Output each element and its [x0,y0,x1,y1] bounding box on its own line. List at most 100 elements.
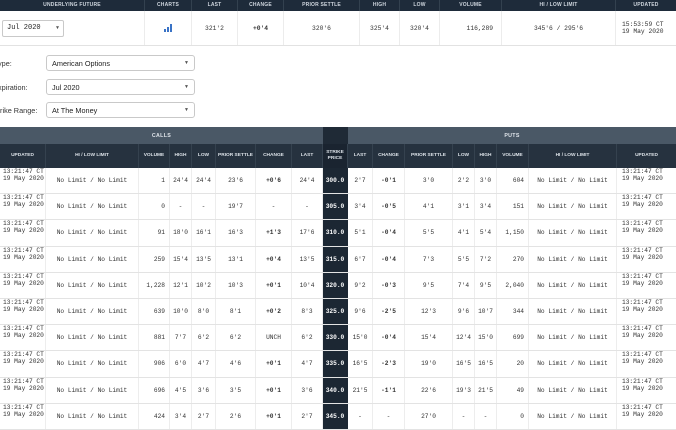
call-prior-settle: 3'5 [216,377,256,403]
call-updated: 13:21:47 CT 19 May 2020 [0,194,46,220]
table-row[interactable]: 13:21:47 CT 19 May 2020 No Limit / No Limi… [0,272,676,299]
call-volume: 0 [139,194,170,220]
put-hi-low-limit: No Limit / No Limit [529,272,617,298]
put-prior-settle: 3'0 [405,168,453,194]
col-call-prior-settle: PRIOR SETTLE [216,144,256,168]
call-updated-time: 13:21:47 CT [3,351,44,359]
put-updated-time: 13:21:47 CT [622,325,663,333]
call-low: 3'6 [192,377,216,403]
put-updated-time: 13:21:47 CT [622,168,663,175]
put-high: 3'0 [475,168,497,194]
call-change: +0'6 [256,168,292,194]
call-updated-date: 19 May 2020 [3,305,44,313]
future-row: Jul 2020 ▼ 321'2 +0'4 320'6 325'4 320'4 … [0,11,676,46]
put-hi-low-limit: No Limit / No Limit [529,351,617,377]
put-last: - [348,403,373,429]
call-prior-settle: 2'6 [216,403,256,429]
call-hi-low-limit: No Limit / No Limit [46,168,139,194]
call-low: 6'2 [192,325,216,351]
put-low: 9'6 [453,298,475,325]
future-contract-select[interactable]: Jul 2020 ▼ [2,19,64,37]
put-updated-time: 13:21:47 CT [622,272,663,280]
call-last: 6'2 [292,325,323,351]
call-high: 3'4 [170,403,192,429]
strike-price: 310.0 [323,220,348,246]
put-updated-date: 19 May 2020 [622,201,663,209]
call-updated-date: 19 May 2020 [3,201,44,209]
put-prior-settle: 5'5 [405,220,453,246]
put-change: -2'5 [373,298,405,325]
call-last: 2'7 [292,403,323,429]
put-updated: 13:21:47 CT 19 May 2020 [617,168,676,193]
table-row[interactable]: 13:21:47 CT 19 May 2020 No Limit / No Limi… [0,351,676,378]
call-high: 10'0 [170,298,192,325]
strike-range-select[interactable]: At The Money ▼ [46,102,195,118]
table-row[interactable]: 13:21:47 CT 19 May 2020 No Limit / No Limi… [0,246,676,273]
put-hi-low-limit: No Limit / No Limit [529,246,617,272]
put-change: -0'3 [373,272,405,298]
put-high: 9'5 [475,272,497,298]
header-volume: VOLUME [440,0,502,11]
put-change: -0'1 [373,168,405,194]
header-high: HIGH [360,0,400,11]
put-volume: 270 [497,246,529,272]
col-put-change: CHANGE [373,144,405,168]
call-change: +0'1 [256,351,292,377]
table-row[interactable]: 13:21:47 CT 19 May 2020 No Limit / No Limi… [0,194,676,221]
table-row[interactable]: 13:21:47 CT 19 May 2020 No Limit / No Limi… [0,403,676,430]
strike-range-label: trike Range: [0,105,38,115]
future-high: 325'4 [360,11,400,45]
put-updated-date: 19 May 2020 [622,175,663,182]
put-updated-time: 13:21:47 CT [622,298,663,306]
call-hi-low-limit: No Limit / No Limit [46,246,139,272]
table-row[interactable]: 13:21:47 CT 19 May 2020 No Limit / No Limi… [0,325,676,352]
call-updated-time: 13:21:47 CT [3,194,44,202]
calls-group-label: CALLS [0,127,323,144]
call-prior-settle: 6'2 [216,325,256,351]
call-updated: 13:21:47 CT 19 May 2020 [0,351,46,377]
call-updated-date: 19 May 2020 [3,358,44,366]
col-put-hi-low-limit: HI / LOW LIMIT [529,144,617,168]
put-change: -0'4 [373,325,405,351]
call-low: 13'5 [192,246,216,272]
table-row[interactable]: 13:21:47 CT 19 May 2020 No Limit / No Limi… [0,220,676,247]
col-put-updated: UPDATED [635,153,658,158]
put-updated-time: 13:21:47 CT [622,403,663,411]
put-low: 7'4 [453,272,475,298]
call-hi-low-limit: No Limit / No Limit [46,377,139,403]
table-row[interactable]: 13:21:47 CT 19 May 2020 No Limit / No Limi… [0,168,676,195]
call-hi-low-limit: No Limit / No Limit [46,194,139,220]
header-updated: UPDATED [633,2,659,8]
call-change: UNCH [256,325,292,351]
put-updated: 13:21:47 CT 19 May 2020 [617,220,676,245]
put-change: -0'4 [373,220,405,246]
header-change: CHANGE [238,0,284,11]
strike-range-select-value: At The Money [52,105,98,115]
call-updated-date: 19 May 2020 [3,227,44,235]
put-volume: 1,150 [497,220,529,246]
put-high: 10'7 [475,298,497,325]
call-volume: 696 [139,377,170,403]
col-put-volume: VOLUME [497,144,529,168]
col-call-high: HIGH [170,144,192,168]
call-updated-time: 13:21:47 CT [3,325,44,333]
col-put-prior-settle: PRIOR SETTLE [405,144,453,168]
chevron-down-icon: ▼ [184,107,189,113]
table-row[interactable]: 13:21:47 CT 19 May 2020 No Limit / No Limi… [0,377,676,404]
call-high: 7'7 [170,325,192,351]
table-row[interactable]: 13:21:47 CT 19 May 2020 No Limit / No Limi… [0,298,676,326]
call-prior-settle: 13'1 [216,246,256,272]
expiration-select[interactable]: Jul 2020 ▼ [46,79,195,95]
put-updated-date: 19 May 2020 [622,279,663,287]
chevron-down-icon: ▼ [184,60,189,66]
call-updated-date: 19 May 2020 [3,332,44,340]
type-select[interactable]: American Options ▼ [46,55,195,71]
put-last: 9'6 [348,298,373,325]
call-change: +0'2 [256,298,292,325]
call-volume: 424 [139,403,170,429]
call-low: 8'0 [192,298,216,325]
put-last: 9'2 [348,272,373,298]
call-prior-settle: 8'1 [216,298,256,325]
call-updated-time: 13:21:47 CT [3,220,44,228]
bar-chart-icon[interactable] [163,24,173,32]
